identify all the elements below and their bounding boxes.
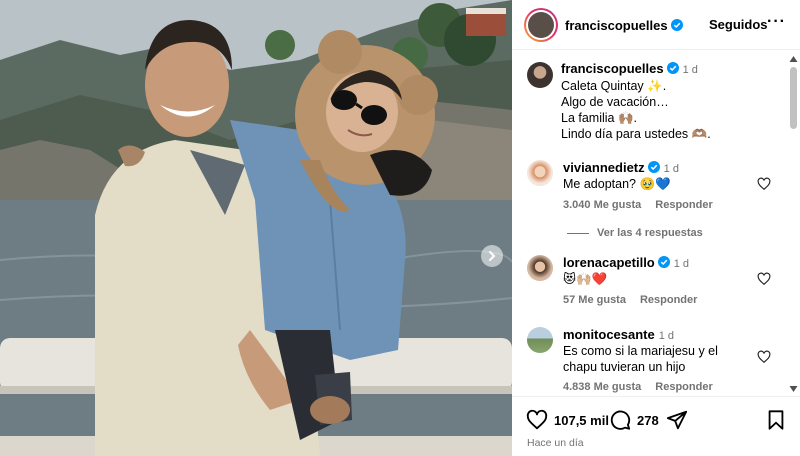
photo-scene bbox=[0, 0, 512, 456]
caption-line: Algo de vacación… bbox=[561, 95, 669, 109]
view-replies-label: Ver las 4 respuestas bbox=[597, 227, 703, 239]
following-button[interactable]: Seguidos bbox=[709, 17, 768, 32]
share-icon[interactable] bbox=[666, 409, 688, 431]
caption-text: Caleta Quintay ✨. Algo de vacación… La f… bbox=[561, 78, 711, 142]
author-username[interactable]: franciscopuelles bbox=[565, 18, 668, 33]
next-photo-button[interactable] bbox=[481, 245, 503, 267]
comment-avatar[interactable] bbox=[527, 160, 553, 186]
save-action[interactable] bbox=[765, 409, 787, 431]
comment-like-heart-icon[interactable] bbox=[757, 350, 771, 364]
scroll-down-arrow-icon[interactable] bbox=[789, 385, 798, 393]
scrollbar-thumb[interactable] bbox=[790, 67, 797, 129]
comment-count[interactable]: 278 bbox=[637, 413, 659, 428]
post-panel: franciscopuelles Seguidos ··· franciscop… bbox=[512, 0, 800, 456]
comment-likes[interactable]: 4.838 Me gusta bbox=[563, 381, 641, 393]
comment-author[interactable]: monitocesante bbox=[563, 327, 655, 342]
caption-author[interactable]: franciscopuelles bbox=[561, 61, 664, 76]
comment-time: 1 d bbox=[658, 330, 675, 342]
comment-text: Me adoptan? 🥹💙 bbox=[563, 177, 671, 191]
comment-like-heart-icon[interactable] bbox=[757, 177, 771, 191]
comment-time: 1 d bbox=[673, 258, 690, 270]
author-avatar[interactable] bbox=[524, 8, 558, 42]
scroll-up-arrow-icon[interactable] bbox=[789, 55, 798, 63]
post-actions: 107,5 mil 278 Hace un día bbox=[512, 396, 800, 456]
comments-list: franciscopuelles 1 d Caleta Quintay ✨. Al… bbox=[512, 50, 800, 396]
comment-like-heart-icon[interactable] bbox=[757, 272, 771, 286]
caption-line: Lindo día para ustedes 🫶🏽. bbox=[561, 127, 711, 141]
comment-reply-button[interactable]: Responder bbox=[655, 199, 712, 211]
comment-meta: 57 Me gusta Responder bbox=[563, 294, 711, 306]
like-action[interactable]: 107,5 mil bbox=[526, 409, 609, 431]
view-replies-button[interactable]: Ver las 4 respuestas bbox=[567, 227, 703, 239]
more-icon[interactable]: ··· bbox=[767, 13, 786, 31]
share-action[interactable] bbox=[666, 409, 688, 431]
verified-icon bbox=[647, 161, 660, 173]
post-header: franciscopuelles Seguidos ··· bbox=[512, 0, 800, 50]
comment-author[interactable]: lorenacapetillo bbox=[563, 255, 655, 270]
comment-author-line: monitocesante 1 d bbox=[563, 327, 674, 342]
caption-time: 1 d bbox=[682, 64, 698, 76]
save-icon[interactable] bbox=[765, 409, 787, 431]
comment-reply-button[interactable]: Responder bbox=[655, 381, 712, 393]
comment-meta: 3.040 Me gusta Responder bbox=[563, 199, 727, 211]
comment-time: 1 d bbox=[663, 163, 679, 175]
comment-avatar[interactable] bbox=[527, 327, 553, 353]
comment-text: 😻🙌🏼❤️ bbox=[563, 272, 608, 286]
replies-line bbox=[567, 232, 589, 234]
chevron-right-icon bbox=[489, 251, 496, 261]
comment-reply-button[interactable]: Responder bbox=[640, 294, 697, 306]
verified-icon bbox=[657, 256, 670, 268]
heart-icon[interactable] bbox=[526, 409, 548, 431]
like-count[interactable]: 107,5 mil bbox=[554, 413, 609, 428]
author-name-line: franciscopuelles bbox=[565, 17, 683, 35]
verified-icon bbox=[666, 62, 679, 74]
verified-icon bbox=[670, 19, 683, 31]
caption-line: La familia 🙌🏽. bbox=[561, 111, 638, 125]
caption-line: Caleta Quintay ✨. bbox=[561, 79, 667, 93]
comment-action[interactable]: 278 bbox=[609, 409, 659, 431]
post-photo[interactable] bbox=[0, 0, 512, 456]
comment-icon[interactable] bbox=[609, 409, 631, 431]
comment-likes[interactable]: 3.040 Me gusta bbox=[563, 199, 641, 211]
caption-avatar[interactable] bbox=[527, 62, 553, 88]
comment-meta: 4.838 Me gusta Responder bbox=[563, 381, 727, 393]
comment-avatar[interactable] bbox=[527, 255, 553, 281]
comments-scrollbar[interactable] bbox=[788, 55, 798, 393]
posted-time: Hace un día bbox=[527, 437, 584, 449]
comment-likes[interactable]: 57 Me gusta bbox=[563, 294, 626, 306]
comment-author-line: viviannedietz 1 d bbox=[563, 160, 679, 175]
comment-text: Es como si la mariajesu y el chapu tuvie… bbox=[563, 344, 718, 374]
caption-author-line: franciscopuelles 1 d bbox=[561, 61, 698, 76]
comment-author-line: lorenacapetillo 1 d bbox=[563, 255, 689, 270]
comment-author[interactable]: viviannedietz bbox=[563, 160, 645, 175]
